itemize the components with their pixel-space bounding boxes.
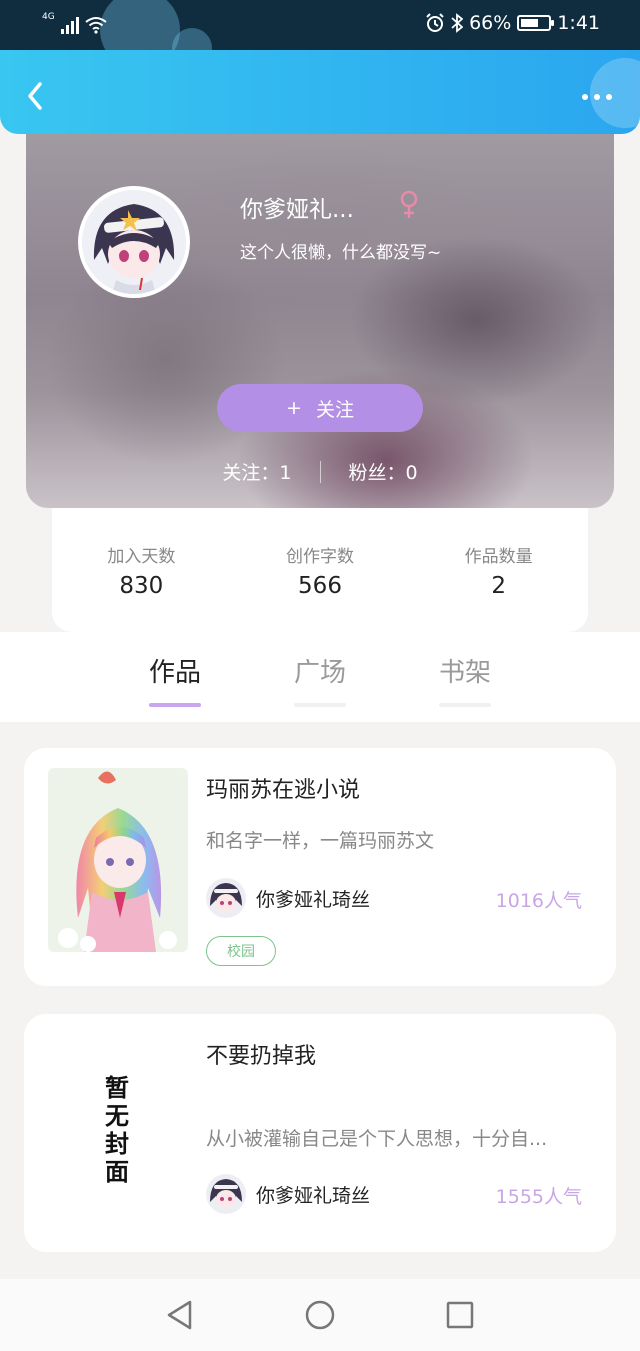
work-card[interactable]: 暂无封面 不要扔掉我 从小被灌输自己是个下人思想，十分自... 你爹娅礼琦丝 1… [24,1014,616,1252]
author-name: 你爹娅礼琦丝 [256,888,371,911]
tab-label: 书架 [438,658,491,688]
stat-value: 2 [491,573,506,599]
network-type: 4G [42,12,55,22]
stat-label: 创作字数 [286,547,354,567]
stat-works-count: 作品数量 2 [409,508,588,632]
tab-bar: 作品 广场 书架 [0,632,640,722]
battery-icon [517,15,555,31]
tab-indicator [439,703,491,707]
tab-bookshelf[interactable]: 书架 [425,652,505,707]
tab-indicator [294,703,346,707]
work-author[interactable]: 你爹娅礼琦丝 [206,1174,370,1214]
stat-join-days: 加入天数 830 [52,508,231,632]
signal-icon [60,16,79,34]
work-description: 和名字一样，一篇玛丽苏文 [206,830,435,852]
follow-button-label: 关注 [315,398,354,421]
wifi-icon [85,17,107,34]
stats-card: 加入天数 830 创作字数 566 作品数量 2 [52,508,588,632]
following-count[interactable]: 关注：1 [222,458,291,485]
more-horizontal-icon[interactable] [582,94,612,100]
book-cover [48,768,188,952]
system-nav-bar [0,1279,640,1351]
status-bar: 4G 66% 1:41 [0,0,640,50]
clock: 1:41 [557,12,600,34]
stat-label: 加入天数 [107,547,176,567]
alarm-icon [426,13,444,32]
bluetooth-icon [451,13,464,33]
top-bar [0,50,640,134]
circle-home-icon[interactable] [290,1285,350,1345]
stat-value: 566 [298,573,342,599]
avatar[interactable] [78,186,190,298]
nickname: 你爹娅礼... [240,197,354,223]
status-right: 66% 1:41 [425,12,600,34]
tab-square[interactable]: 广场 [280,652,360,707]
follow-stats: 关注：1 粉丝：0 [26,458,614,485]
genre-tag[interactable]: 校园 [206,936,276,966]
work-description: 从小被灌输自己是个下人思想，十分自... [206,1128,548,1150]
author-avatar [206,878,246,918]
plus-icon: + [286,397,302,419]
stat-word-count: 创作字数 566 [231,508,410,632]
divider [319,460,321,483]
author-name: 你爹娅礼琦丝 [256,1184,371,1207]
triangle-back-icon[interactable] [150,1285,210,1345]
popularity: 1555人气 [495,1186,582,1208]
popularity: 1016人气 [495,890,582,912]
fans-count[interactable]: 粉丝：0 [349,458,418,485]
profile-header: 你爹娅礼... 这个人很懒，什么都没写~ + 关注 关注：1 粉丝：0 [26,120,614,508]
status-left: 4G [42,13,107,34]
tab-label: 广场 [293,658,346,688]
stat-value: 830 [119,573,164,599]
bio: 这个人很懒，什么都没写~ [240,243,442,263]
work-author[interactable]: 你爹娅礼琦丝 [206,878,370,918]
work-card[interactable]: 玛丽苏在逃小说 和名字一样，一篇玛丽苏文 你爹娅礼琦丝 1016人气 校园 [24,748,616,986]
author-avatar [206,1174,246,1214]
no-cover-placeholder: 暂无封面 [105,1074,129,1186]
battery-percent: 66% [469,12,512,34]
stat-label: 作品数量 [464,547,533,567]
follow-button[interactable]: + 关注 [217,384,423,432]
female-icon [400,190,418,218]
tab-indicator [149,703,201,707]
tab-label: 作品 [148,658,201,688]
work-title: 不要扔掉我 [206,1044,317,1069]
work-title: 玛丽苏在逃小说 [206,778,361,803]
square-recents-icon[interactable] [430,1285,490,1345]
chevron-left-icon[interactable] [22,78,50,114]
tab-works[interactable]: 作品 [135,652,215,707]
